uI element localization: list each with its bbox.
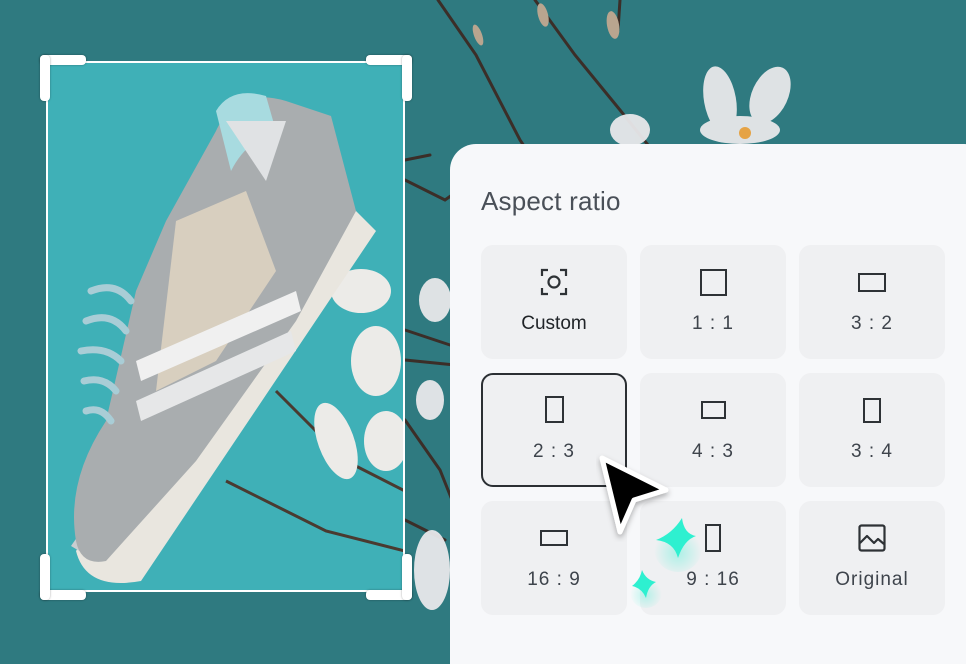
option-label: 9 : 16: [686, 569, 740, 590]
image-icon: [858, 523, 886, 553]
sparkle-icon: [654, 518, 702, 572]
crop-handle-top-left[interactable]: [40, 55, 86, 101]
landscape-rect-icon: [700, 395, 726, 425]
option-label: Custom: [521, 313, 587, 334]
aspect-ratio-grid: Custom 1 : 1 3 : 2 2 : 3 4 : 3 3: 4 16 …: [481, 245, 945, 615]
crop-handle-top-right[interactable]: [365, 55, 412, 101]
option-label: 2 : 3: [533, 440, 575, 462]
portrait-rect-icon: [863, 395, 881, 425]
option-label: Original: [835, 569, 909, 590]
aspect-ratio-panel: Aspect ratio Custom 1 : 1 3 : 2 2: 3 4 …: [450, 144, 966, 664]
option-3-4[interactable]: 3 : 4: [799, 373, 945, 487]
landscape-rect-icon: [858, 267, 886, 297]
panel-title: Aspect ratio: [481, 186, 621, 216]
option-label: 1 : 1: [692, 313, 734, 334]
option-3-2[interactable]: 3 : 2: [799, 245, 945, 359]
option-original[interactable]: Original: [799, 501, 945, 615]
crop-frame[interactable]: [46, 61, 405, 592]
square-icon: [699, 267, 727, 297]
option-label: 3 : 2: [851, 313, 893, 334]
option-label: 16 : 9: [527, 569, 581, 590]
option-label: 3 : 4: [851, 441, 893, 462]
option-label: 4 : 3: [692, 441, 734, 462]
portrait-rect-icon: [544, 395, 564, 425]
wide-rect-icon: [540, 523, 568, 553]
crop-handle-bottom-left[interactable]: [40, 553, 86, 600]
crop-handle-bottom-right[interactable]: [365, 553, 412, 600]
option-custom[interactable]: Custom: [481, 245, 627, 359]
focus-frame-icon: [540, 267, 568, 297]
option-1-1[interactable]: 1 : 1: [640, 245, 786, 359]
sparkle-small-icon: [630, 570, 662, 608]
